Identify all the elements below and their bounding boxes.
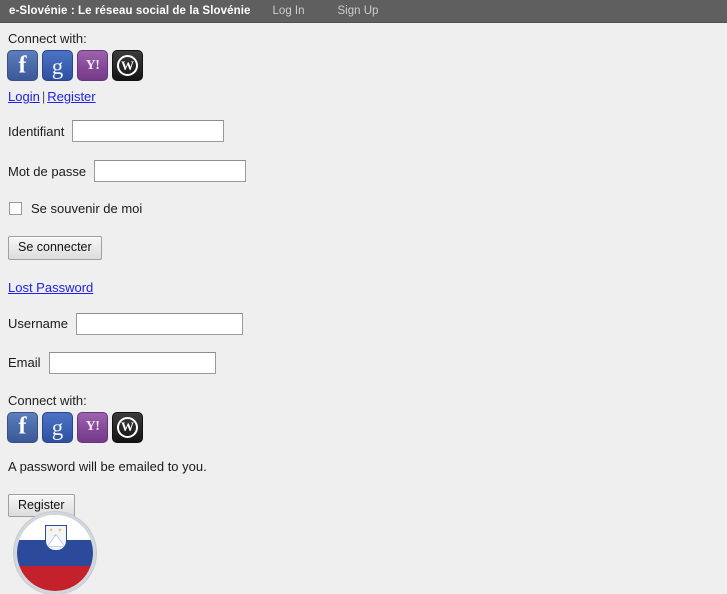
se-connecter-button[interactable]: Se connecter [8, 236, 102, 260]
username-label: Username [8, 316, 68, 331]
login-submit-row: Se connecter [0, 236, 727, 260]
mot-de-passe-field-row: Mot de passe [0, 160, 727, 182]
register-submit-row: Register [0, 493, 727, 517]
site-title: e-Slovénie : Le réseau social de la Slov… [9, 5, 251, 17]
lost-password-row: Lost Password [0, 280, 727, 295]
google-icon[interactable] [42, 50, 73, 81]
login-social-buttons: W [0, 50, 727, 81]
login-register-links: Login | Register [0, 89, 727, 105]
yahoo-icon[interactable] [77, 50, 108, 81]
google-icon[interactable] [42, 411, 73, 443]
password-email-note: A password will be emailed to you. [8, 458, 207, 474]
wordpress-glyph: W [121, 57, 134, 73]
remember-me-row[interactable]: Se souvenir de moi [0, 201, 727, 216]
page-content: Connect with: W Login|Register Identifia… [0, 24, 727, 517]
email-input[interactable] [48, 351, 216, 374]
admin-bar: e-Slovénie : Le réseau social de la Slov… [0, 0, 727, 23]
login-connect-with-label: Connect with: [8, 31, 87, 46]
facebook-icon[interactable] [7, 411, 38, 443]
wordpress-glyph: W [121, 419, 134, 435]
identifiant-input[interactable] [72, 120, 225, 142]
register-form: Username Email Connect with: W A passwor… [0, 312, 727, 517]
mot-de-passe-label: Mot de passe [8, 163, 87, 179]
identifiant-label: Identifiant [8, 123, 65, 139]
lost-password-link[interactable]: Lost Password [8, 280, 93, 295]
wordpress-icon[interactable]: W [112, 411, 143, 443]
flag-band-red [17, 565, 93, 591]
login-link[interactable]: Login [8, 89, 40, 104]
coat-of-arms-icon: ✦ ✦ ✦ [45, 525, 67, 551]
email-field-row: Email [0, 351, 727, 374]
remember-me-checkbox[interactable] [9, 202, 22, 215]
remember-me-label: Se souvenir de moi [31, 201, 143, 216]
adminbar-login-link[interactable]: Log In [273, 5, 305, 17]
register-link[interactable]: Register [47, 89, 95, 104]
facebook-icon[interactable] [7, 50, 38, 81]
yahoo-icon[interactable] [77, 411, 108, 443]
register-connect-with-label: Connect with: [8, 392, 87, 408]
crest-mountain [48, 535, 64, 546]
login-form: Connect with: W Login|Register Identifia… [0, 31, 727, 295]
register-social-buttons: W [0, 411, 727, 443]
mot-de-passe-input[interactable] [94, 160, 247, 182]
identifiant-field-row: Identifiant [0, 120, 727, 142]
username-field-row: Username [0, 312, 727, 335]
adminbar-signup-link[interactable]: Sign Up [338, 5, 379, 17]
wordpress-icon[interactable]: W [112, 50, 143, 81]
username-input[interactable] [75, 312, 243, 335]
email-label: Email [8, 355, 41, 370]
slovenia-flag-logo: ✦ ✦ ✦ [14, 512, 96, 594]
